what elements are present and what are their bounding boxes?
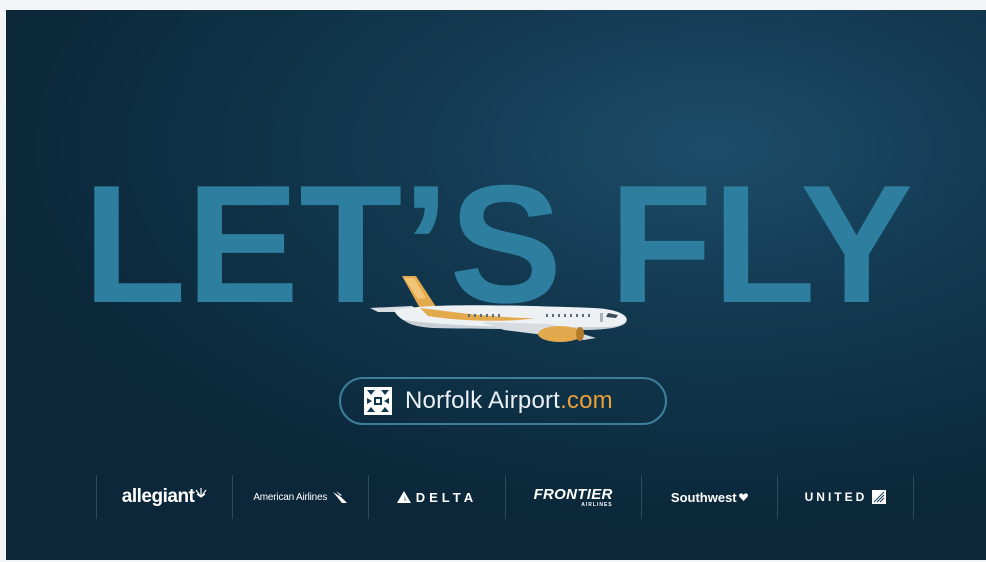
airline-allegiant: allegiant: [96, 475, 232, 519]
frontier-subtitle: AIRLINES: [581, 501, 613, 508]
airplane-illustration: [364, 268, 634, 348]
delta-triangle-icon: [396, 491, 411, 503]
frontier-logo: FRONTIER AIRLINES: [534, 487, 613, 508]
frontier-wordmark: FRONTIER: [533, 485, 613, 503]
norfolk-airport-logo-icon: [364, 387, 392, 415]
website-tld: .com: [560, 387, 613, 414]
website-link[interactable]: Norfolk Airport.com: [339, 377, 667, 425]
airline-southwest: Southwest: [640, 475, 777, 519]
american-eagle-icon: [333, 491, 348, 503]
promo-slide: LET’S FLY Norfolk Airport.com allegiant …: [6, 10, 986, 560]
american-wordmark: American Airlines: [253, 491, 328, 503]
allegiant-wordmark: allegiant: [121, 486, 195, 507]
united-globe-icon: [872, 490, 887, 504]
website-domain: Norfolk Airport: [405, 387, 561, 414]
delta-wordmark: DELTA: [415, 489, 478, 505]
airline-logos-bar: allegiant American Airlines DELTA FRONTI…: [96, 475, 915, 519]
southwest-wordmark: Southwest: [670, 489, 737, 505]
allegiant-sunburst-icon: [195, 488, 207, 498]
airline-frontier: FRONTIER AIRLINES: [504, 475, 641, 519]
airline-american: American Airlines: [232, 475, 368, 519]
airline-delta: DELTA: [368, 475, 504, 519]
website-url: Norfolk Airport.com: [405, 387, 613, 415]
united-wordmark: UNITED: [804, 490, 868, 504]
airline-united: UNITED: [776, 475, 915, 519]
southwest-heart-icon: [738, 493, 748, 501]
